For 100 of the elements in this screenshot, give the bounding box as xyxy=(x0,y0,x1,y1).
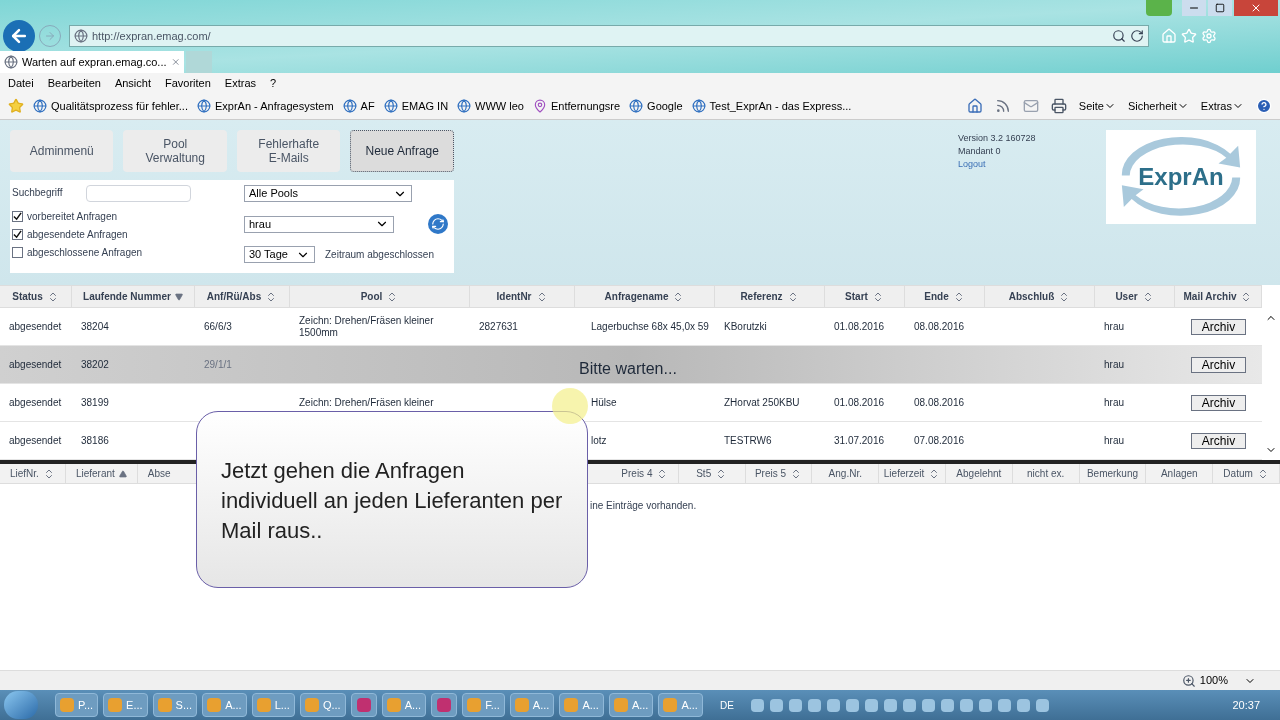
column-header[interactable]: Mail Archiv xyxy=(1175,286,1262,307)
column-header[interactable]: Anfragename xyxy=(575,286,715,307)
archive-button[interactable]: Archiv xyxy=(1191,356,1246,373)
column-header[interactable]: Laufende Nummer xyxy=(72,286,195,307)
command-menu[interactable]: Sicherheit xyxy=(1127,97,1189,115)
tray-icon[interactable] xyxy=(959,698,973,712)
taskbar-button[interactable] xyxy=(350,693,377,717)
favorite-link[interactable]: ExprAn - Anfragesystem xyxy=(196,97,334,115)
tray-icon[interactable] xyxy=(921,698,935,712)
column-header[interactable]: LiefNr. xyxy=(0,464,66,483)
favorite-link[interactable]: EMAG IN xyxy=(383,97,449,115)
checkbox[interactable] xyxy=(12,246,23,258)
column-header[interactable]: IdentNr xyxy=(470,286,575,307)
column-header[interactable]: Abschluß xyxy=(985,286,1095,307)
menu-item[interactable]: Ansicht xyxy=(114,74,151,92)
archive-button[interactable]: Archiv xyxy=(1191,318,1246,335)
column-header[interactable]: Pool xyxy=(290,286,470,307)
nav-button[interactable]: Adminmenü xyxy=(10,130,114,172)
page-icon xyxy=(74,29,88,43)
column-header[interactable]: nicht ex. xyxy=(1012,464,1080,483)
table-cell: hrau xyxy=(1104,320,1124,333)
nav-button[interactable]: Fehlerhafte E-Mails xyxy=(236,130,341,172)
tray-icon[interactable] xyxy=(1035,698,1049,712)
menu-item[interactable]: Extras xyxy=(224,74,257,92)
taskbar-button[interactable] xyxy=(431,693,458,717)
tray-icon[interactable] xyxy=(826,698,840,712)
tray-icon[interactable] xyxy=(845,698,859,712)
command-menu[interactable]: Seite xyxy=(1078,97,1116,115)
favorites-icon[interactable] xyxy=(1181,28,1197,44)
search-field[interactable] xyxy=(86,185,192,202)
column-header[interactable]: Ang.Nr. xyxy=(812,464,880,483)
zoom-level[interactable]: 100% xyxy=(1199,672,1228,689)
column-header[interactable]: Referenz xyxy=(715,286,825,307)
address-bar[interactable]: http://expran.emag.com/ xyxy=(69,25,1149,47)
favorite-link[interactable]: Test_ExprAn - das Express... xyxy=(691,97,852,115)
tray-icon[interactable] xyxy=(807,698,821,712)
refresh-icon[interactable] xyxy=(1130,29,1144,43)
mail-icon[interactable] xyxy=(1022,98,1039,114)
home-icon[interactable] xyxy=(966,98,983,114)
column-header[interactable]: User xyxy=(1095,286,1175,307)
command-menu[interactable]: Extras xyxy=(1200,97,1244,115)
tray-icon[interactable] xyxy=(978,698,992,712)
column-header[interactable]: St5 xyxy=(678,464,746,483)
column-header[interactable]: Lieferzeit xyxy=(879,464,946,483)
menu-item[interactable]: Bearbeiten xyxy=(47,74,101,92)
minimize-button[interactable] xyxy=(1182,0,1206,16)
logout-link[interactable]: Logout xyxy=(958,158,1078,171)
user-dropdown[interactable]: hrau xyxy=(244,215,394,233)
maximize-button[interactable] xyxy=(1208,0,1232,16)
tray-icon[interactable] xyxy=(750,698,764,712)
favorite-link[interactable]: Qualitätsprozess für fehler... xyxy=(33,97,188,115)
favorite-link[interactable]: Google xyxy=(629,97,683,115)
column-header[interactable]: Preis 4 xyxy=(612,464,679,483)
tray-icon[interactable] xyxy=(1016,698,1030,712)
back-button[interactable] xyxy=(3,20,35,52)
column-header[interactable]: Ende xyxy=(905,286,985,307)
favorite-link[interactable]: AF xyxy=(342,97,375,115)
checkbox[interactable] xyxy=(12,210,23,222)
language-indicator[interactable]: DE xyxy=(719,697,734,713)
archive-button[interactable]: Archiv xyxy=(1191,394,1246,411)
nav-button[interactable]: Neue Anfrage xyxy=(350,130,454,172)
tray-icon[interactable] xyxy=(940,698,954,712)
help-icon[interactable] xyxy=(1256,98,1272,114)
tray-icon[interactable] xyxy=(997,698,1011,712)
menu-item[interactable]: ? xyxy=(270,74,277,92)
clock[interactable]: 20:37 xyxy=(1232,696,1260,714)
tray-icon[interactable] xyxy=(902,698,916,712)
archive-button[interactable]: Archiv xyxy=(1191,432,1246,449)
column-header[interactable]: Preis 5 xyxy=(745,464,813,483)
tray-icon[interactable] xyxy=(864,698,878,712)
menu-item[interactable]: Datei xyxy=(8,74,34,92)
table-cell: abgesendet xyxy=(9,358,62,371)
period-dropdown[interactable]: 30 Tage xyxy=(244,246,315,263)
column-header[interactable]: Lieferant xyxy=(65,464,138,483)
favorites-star-icon[interactable] xyxy=(8,98,24,114)
tray-icon[interactable] xyxy=(769,698,783,712)
print-icon[interactable] xyxy=(1050,98,1067,114)
refresh-icon[interactable] xyxy=(428,214,448,234)
tray-icon[interactable] xyxy=(883,698,897,712)
start-button[interactable] xyxy=(4,691,38,719)
tray-icon[interactable] xyxy=(788,698,802,712)
column-header[interactable]: Anf/Rü/Abs xyxy=(195,286,290,307)
pool-dropdown[interactable]: Alle Pools xyxy=(244,185,412,202)
checkbox[interactable] xyxy=(12,228,23,240)
favorite-link[interactable]: Entfernungsre xyxy=(532,97,621,115)
url-text: http://expran.emag.com/ xyxy=(92,28,212,44)
column-header[interactable]: Datum xyxy=(1213,464,1280,483)
column-header[interactable]: Anlagen xyxy=(1146,464,1214,483)
browser-tab[interactable]: Warten auf expran.emag.co... xyxy=(0,51,184,73)
search-icon[interactable] xyxy=(1112,29,1126,43)
column-header[interactable]: Bemerkung xyxy=(1079,464,1147,483)
column-header[interactable]: Status xyxy=(0,286,72,307)
menu-item[interactable]: Favoriten xyxy=(165,74,211,92)
favorite-link[interactable]: WWW leo xyxy=(457,97,524,115)
settings-icon[interactable] xyxy=(1201,28,1217,44)
close-tab-icon[interactable] xyxy=(170,56,180,68)
column-header[interactable]: Abgelehnt xyxy=(946,464,1013,483)
nav-button[interactable]: Pool Verwaltung xyxy=(123,130,227,172)
column-header[interactable]: Start xyxy=(825,286,905,307)
feed-icon[interactable] xyxy=(994,98,1011,114)
